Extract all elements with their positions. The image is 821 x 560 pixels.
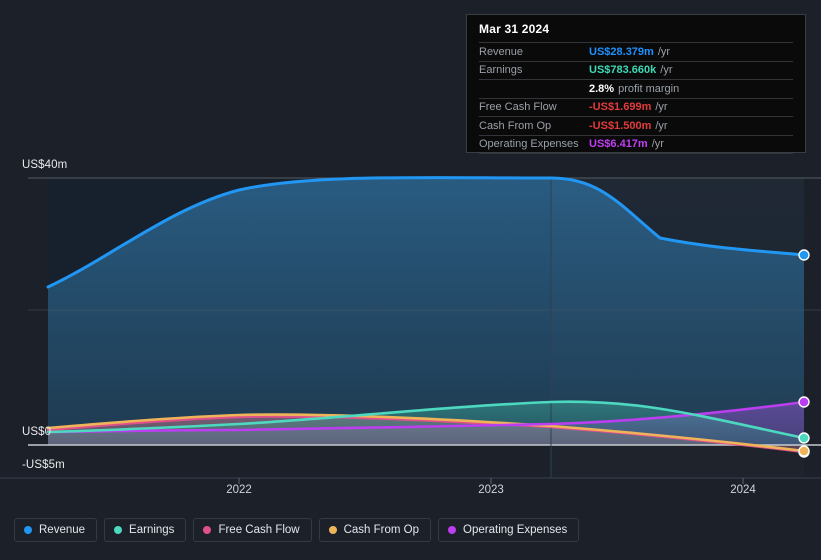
tooltip-row: 2.8% profit margin [479,79,793,98]
legend-item-label: Free Cash Flow [218,524,300,536]
chart-legend: Revenue Earnings Free Cash Flow Cash From O… [14,518,580,542]
legend-item-label: Cash From Op [343,524,420,536]
tooltip-row-value: -US$1.500m [589,119,652,132]
legend-item-label: Operating Expenses [463,524,568,536]
legend-color-dot-icon [328,526,337,534]
tooltip-row-unit: /yr [657,45,671,58]
data-tooltip: Mar 31 2024 Revenue US$28.379m/yr Earnings… [466,14,806,154]
tooltip-row-unit: /yr [655,119,668,132]
legend-item-earnings[interactable]: Earnings [104,518,187,542]
tooltip-row-label: Cash From Op [479,119,552,132]
legend-item-label: Earnings [129,524,175,536]
tooltip-row-label: Revenue [479,45,524,58]
revenue-endpoint [798,249,810,261]
tooltip-rows: Revenue US$28.379m/yr Earnings US$783.660k /… [479,42,793,154]
legend-color-dot-icon [448,526,457,534]
tooltip-row: Earnings US$783.660k/yr [479,60,793,80]
tooltip-row-value: US$28.379m [589,45,654,58]
tooltip-row-unit: /yr [660,64,673,77]
tooltip-row: Revenue US$28.379m/yr [479,42,793,61]
tooltip-row: Operating Expenses US$6.417m/yr [479,134,793,154]
legend-item-revenue[interactable]: Revenue [14,518,98,542]
legend-color-dot-icon [24,526,32,534]
tooltip-row-value: 2.8% [589,82,615,95]
legend-item-operating-expenses[interactable]: Operating Expenses [438,518,580,542]
legend-color-dot-icon [203,526,212,534]
legend-item-label: Revenue [39,524,86,536]
tooltip-row-label: Earnings [479,64,523,77]
tooltip-row: Free Cash Flow -US$1.699m/yr [479,97,793,117]
tooltip-row-unit: /yr [655,101,668,114]
opex-endpoint [798,396,810,408]
legend-color-dot-icon [114,526,123,534]
tooltip-row-label: Operating Expenses [479,138,579,151]
cash-from-op-endpoint [798,445,810,457]
earnings-endpoint [798,432,810,444]
tooltip-row-sublabel: profit margin [618,82,680,95]
tooltip-row-value: US$783.660k [589,64,657,77]
tooltip-row-value: -US$1.699m [589,101,652,114]
tooltip-row: Cash From Op -US$1.500m/yr [479,116,793,135]
tooltip-date: Mar 31 2024 [479,22,550,36]
tooltip-row-unit: /yr [651,138,664,151]
legend-item-free-cash-flow[interactable]: Free Cash Flow [193,518,312,542]
legend-item-cash-from-op[interactable]: Cash From Op [318,518,432,542]
tooltip-row-label: Free Cash Flow [479,101,557,114]
chart-page: US$40m US$0 -US$5m 2022 2023 2024 Mar 31… [0,0,821,560]
tooltip-row-value: US$6.417m [589,138,648,151]
